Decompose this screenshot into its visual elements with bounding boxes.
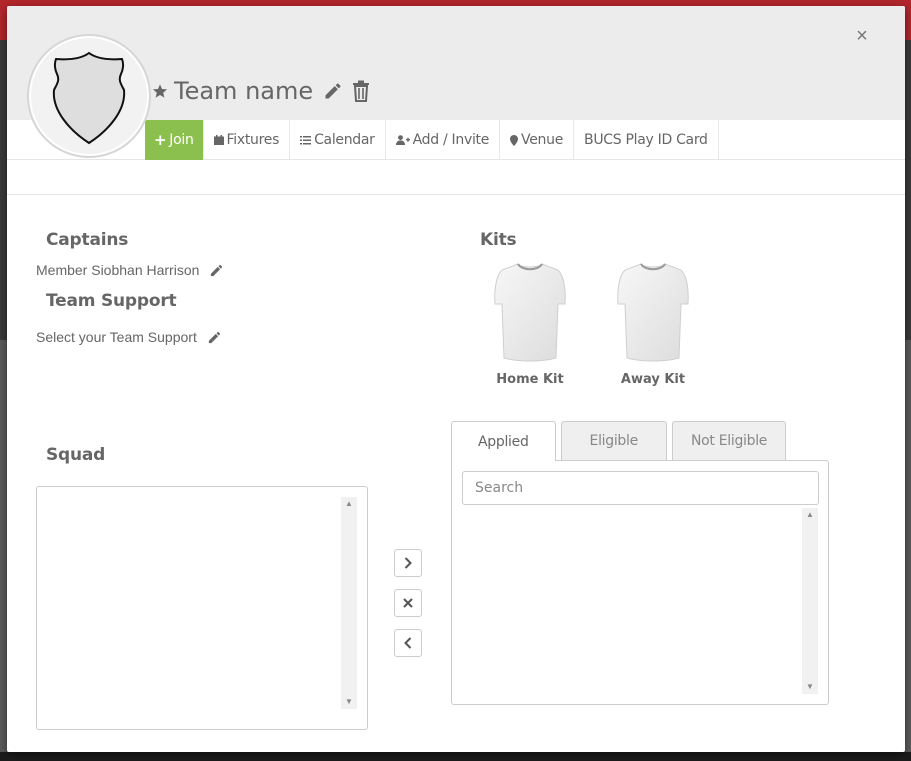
captains-heading: Captains: [46, 230, 129, 250]
shield-icon: [52, 51, 126, 145]
calendar-icon: [213, 135, 224, 145]
tab-not-eligible[interactable]: Not Eligible: [671, 421, 787, 460]
team-name: Team name: [174, 77, 314, 105]
squad-heading: Squad: [46, 445, 106, 465]
team-crest[interactable]: [27, 34, 151, 158]
home-kit[interactable]: Home Kit: [480, 260, 580, 387]
home-kit-label: Home Kit: [496, 372, 564, 387]
background-bottom: [0, 752, 911, 761]
chevron-left-icon: [404, 637, 412, 649]
eligibility-tabs: Applied Eligible Not Eligible: [451, 421, 787, 461]
list-icon: [300, 135, 312, 144]
plus-icon: +: [154, 131, 167, 149]
fixtures-label: Fixtures: [226, 132, 280, 148]
bucs-card-label: BUCS Play ID Card: [584, 132, 708, 148]
search-input[interactable]: [462, 471, 819, 505]
pencil-icon[interactable]: [207, 330, 222, 345]
trash-icon[interactable]: [351, 80, 371, 102]
join-button[interactable]: + Join: [145, 120, 204, 160]
move-left-button[interactable]: [394, 629, 422, 657]
fixtures-tab[interactable]: Fixtures: [204, 120, 291, 160]
join-label: Join: [169, 132, 194, 148]
tab-eligible[interactable]: Eligible: [560, 421, 667, 460]
pencil-icon[interactable]: [323, 81, 343, 101]
bucs-card-tab[interactable]: BUCS Play ID Card: [574, 120, 719, 160]
remove-button[interactable]: [394, 589, 422, 617]
applied-scrollbar[interactable]: ▲ ▼: [802, 508, 818, 694]
add-invite-label: Add / Invite: [412, 132, 490, 148]
team-support-row: Select your Team Support: [36, 329, 222, 345]
tab-applied[interactable]: Applied: [451, 421, 556, 461]
team-support-heading: Team Support: [46, 291, 177, 311]
pencil-icon[interactable]: [209, 263, 224, 278]
team-modal: × Team name + Join Fixtures Calendar Add…: [7, 6, 905, 752]
away-kit[interactable]: Away Kit: [603, 260, 703, 387]
move-right-button[interactable]: [394, 549, 422, 577]
close-icon[interactable]: ×: [852, 26, 872, 46]
captain-name: Member Siobhan Harrison: [36, 262, 200, 278]
squad-scrollbar[interactable]: ▲ ▼: [341, 497, 357, 709]
star-icon[interactable]: [152, 83, 168, 99]
away-kit-label: Away Kit: [620, 372, 686, 387]
scroll-up-icon[interactable]: ▲: [341, 497, 357, 511]
add-user-icon: [395, 135, 410, 145]
venue-label: Venue: [521, 132, 564, 148]
tshirt-icon: [494, 263, 566, 362]
close-icon: [403, 598, 413, 608]
sub-navbar: [7, 161, 905, 195]
scroll-down-icon[interactable]: ▼: [341, 695, 357, 709]
applied-panel: ▲ ▼: [451, 460, 829, 705]
team-support-placeholder: Select your Team Support: [36, 329, 197, 345]
team-title-row: Team name: [152, 76, 371, 106]
squad-list[interactable]: ▲ ▼: [36, 486, 368, 730]
tshirt-icon: [617, 263, 689, 362]
calendar-label: Calendar: [314, 132, 375, 148]
captain-row: Member Siobhan Harrison: [36, 262, 224, 278]
map-pin-icon: [510, 134, 519, 146]
calendar-tab[interactable]: Calendar: [290, 120, 386, 160]
kits-heading: Kits: [480, 230, 517, 250]
chevron-right-icon: [404, 557, 412, 569]
add-invite-tab[interactable]: Add / Invite: [386, 120, 501, 160]
scroll-up-icon[interactable]: ▲: [802, 508, 818, 522]
venue-tab[interactable]: Venue: [500, 120, 575, 160]
scroll-down-icon[interactable]: ▼: [802, 680, 818, 694]
